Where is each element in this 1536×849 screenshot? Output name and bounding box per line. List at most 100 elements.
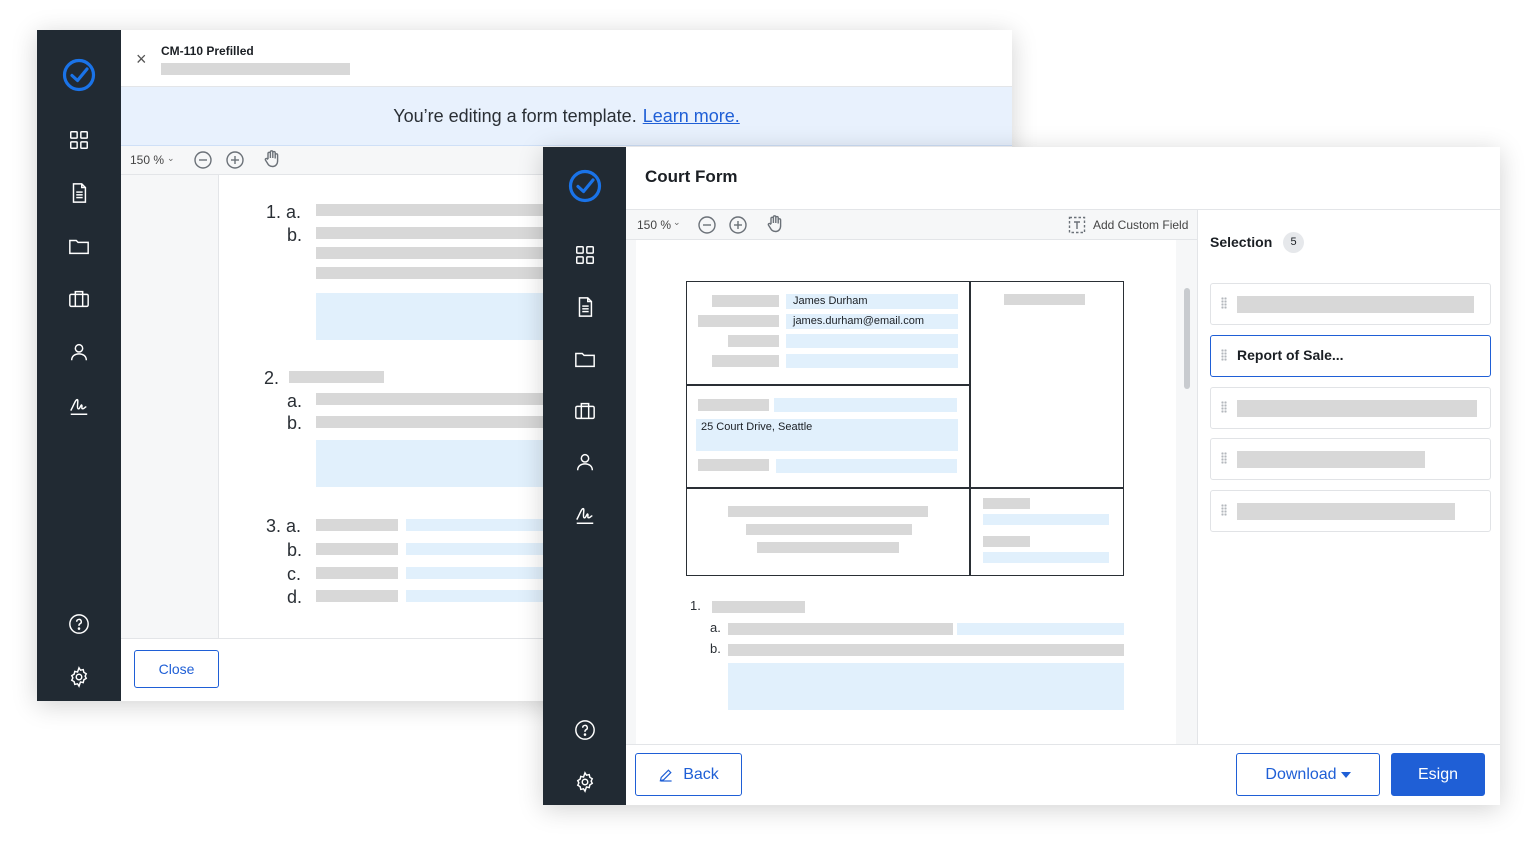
briefcase-icon[interactable] bbox=[573, 399, 597, 423]
grid-icon[interactable] bbox=[67, 128, 91, 152]
zoom-in-icon[interactable] bbox=[225, 150, 245, 170]
form-field[interactable] bbox=[406, 590, 556, 602]
selection-item[interactable] bbox=[1210, 490, 1491, 532]
gear-icon[interactable] bbox=[573, 770, 597, 794]
item-label: 2. bbox=[264, 368, 280, 388]
address-field[interactable]: 25 Court Drive, Seattle bbox=[696, 419, 958, 451]
text-placeholder bbox=[728, 506, 928, 517]
scrollbar[interactable] bbox=[1184, 288, 1190, 389]
table-divider bbox=[686, 384, 971, 386]
folder-icon[interactable] bbox=[573, 347, 597, 371]
selection-item[interactable] bbox=[1210, 438, 1491, 480]
text-placeholder bbox=[728, 644, 1124, 656]
zoom-select[interactable]: 150 % bbox=[637, 218, 671, 232]
item-label: a. bbox=[287, 391, 303, 411]
text-placeholder bbox=[316, 393, 556, 405]
text-placeholder bbox=[316, 227, 556, 239]
learn-more-link[interactable]: Learn more. bbox=[643, 106, 740, 127]
folder-icon[interactable] bbox=[67, 234, 91, 258]
zoom-out-icon[interactable] bbox=[697, 215, 717, 235]
gear-icon[interactable] bbox=[67, 665, 91, 689]
form-field[interactable] bbox=[786, 354, 958, 368]
back-label: Back bbox=[683, 765, 719, 783]
form-field[interactable] bbox=[776, 459, 957, 473]
text-placeholder bbox=[983, 498, 1030, 509]
text-placeholder bbox=[1237, 451, 1425, 468]
zoom-in-icon[interactable] bbox=[728, 215, 748, 235]
selection-item-active[interactable]: Report of Sale... bbox=[1210, 335, 1491, 377]
document-icon[interactable] bbox=[67, 181, 91, 205]
text-placeholder bbox=[698, 315, 779, 327]
email-value: james.durham@email.com bbox=[793, 315, 924, 327]
drag-handle-icon[interactable] bbox=[1221, 452, 1227, 464]
front-sidebar bbox=[543, 147, 626, 805]
form-field[interactable] bbox=[406, 519, 556, 531]
chevron-down-icon: ⌄ bbox=[673, 217, 681, 227]
close-icon[interactable]: × bbox=[136, 49, 147, 70]
back-button[interactable]: Back bbox=[635, 753, 742, 796]
selection-item[interactable] bbox=[1210, 387, 1491, 429]
text-placeholder bbox=[1237, 400, 1477, 417]
pan-hand-icon[interactable] bbox=[765, 214, 785, 234]
front-toolbar: 150 % ⌄ Add Custom Field bbox=[626, 210, 1197, 240]
name-field[interactable]: James Durham bbox=[786, 294, 958, 309]
app-logo[interactable] bbox=[568, 169, 602, 203]
form-field[interactable] bbox=[406, 567, 556, 579]
drag-handle-icon[interactable] bbox=[1221, 349, 1227, 361]
user-icon[interactable] bbox=[573, 450, 597, 474]
selection-panel: Selection 5 Report of Sale... bbox=[1197, 210, 1500, 744]
text-placeholder bbox=[316, 590, 398, 602]
grid-icon[interactable] bbox=[573, 243, 597, 267]
zoom-select[interactable]: 150 % bbox=[130, 153, 164, 167]
document-icon[interactable] bbox=[573, 295, 597, 319]
back-header: × CM-110 Prefilled bbox=[121, 30, 1012, 87]
item-label: a. bbox=[710, 620, 721, 635]
text-placeholder bbox=[712, 355, 779, 367]
front-document: James Durham james.durham@email.com 25 C… bbox=[626, 240, 1197, 744]
form-field[interactable] bbox=[316, 440, 556, 487]
text-placeholder bbox=[316, 204, 556, 216]
user-icon[interactable] bbox=[67, 340, 91, 364]
add-custom-field-button[interactable]: Add Custom Field bbox=[1093, 218, 1188, 232]
page-title: Court Form bbox=[645, 167, 738, 186]
form-field[interactable] bbox=[983, 552, 1109, 563]
form-field[interactable] bbox=[316, 293, 556, 340]
close-button[interactable]: Close bbox=[134, 650, 219, 688]
signature-icon[interactable] bbox=[573, 503, 597, 527]
document-page: James Durham james.durham@email.com 25 C… bbox=[636, 240, 1176, 744]
selection-item[interactable] bbox=[1210, 283, 1491, 325]
signature-icon[interactable] bbox=[67, 394, 91, 418]
text-placeholder bbox=[316, 543, 398, 555]
caret-down-icon bbox=[1340, 771, 1351, 778]
text-placeholder bbox=[1237, 503, 1455, 520]
text-placeholder bbox=[698, 399, 769, 411]
zoom-out-icon[interactable] bbox=[193, 150, 213, 170]
email-field[interactable]: james.durham@email.com bbox=[786, 314, 958, 329]
item-label: 1. bbox=[690, 598, 701, 613]
briefcase-icon[interactable] bbox=[67, 287, 91, 311]
text-placeholder bbox=[698, 459, 769, 471]
text-placeholder bbox=[316, 247, 556, 259]
form-field[interactable] bbox=[728, 663, 1124, 710]
help-icon[interactable] bbox=[573, 718, 597, 742]
drag-handle-icon[interactable] bbox=[1221, 401, 1227, 413]
text-placeholder bbox=[316, 519, 398, 531]
form-field[interactable] bbox=[406, 543, 556, 555]
form-field[interactable] bbox=[957, 623, 1124, 635]
item-label: 1. a. bbox=[266, 202, 302, 222]
download-button[interactable]: Download bbox=[1236, 753, 1380, 796]
back-sidebar bbox=[37, 30, 121, 701]
item-label: b. bbox=[710, 641, 721, 656]
app-logo[interactable] bbox=[62, 58, 96, 92]
name-value: James Durham bbox=[793, 295, 868, 307]
drag-handle-icon[interactable] bbox=[1221, 297, 1227, 309]
custom-field-icon[interactable] bbox=[1067, 215, 1087, 235]
form-field[interactable] bbox=[786, 334, 958, 348]
item-label: b. bbox=[287, 413, 303, 433]
form-field[interactable] bbox=[983, 514, 1109, 525]
drag-handle-icon[interactable] bbox=[1221, 504, 1227, 516]
esign-button[interactable]: Esign bbox=[1391, 753, 1485, 796]
pan-hand-icon[interactable] bbox=[262, 149, 282, 169]
form-field[interactable] bbox=[774, 398, 957, 412]
help-icon[interactable] bbox=[67, 612, 91, 636]
